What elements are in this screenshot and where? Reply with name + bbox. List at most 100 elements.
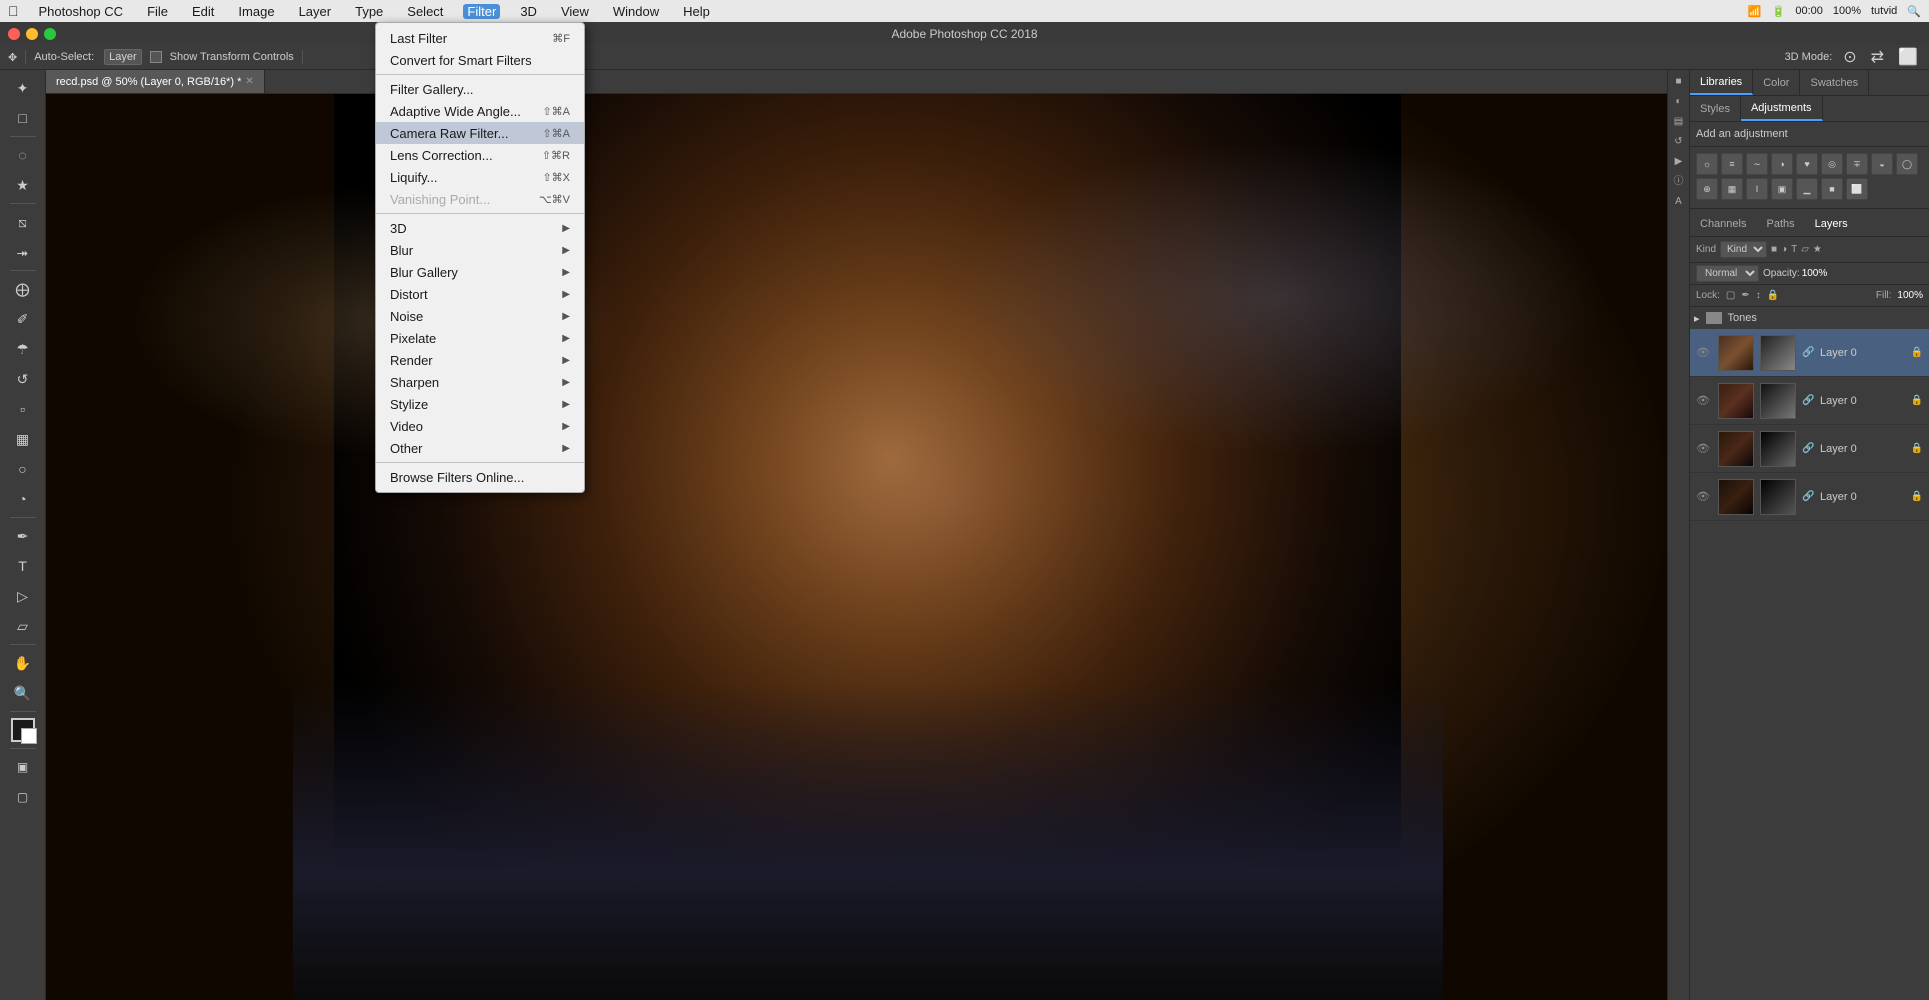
tab-paths[interactable]: Paths [1756,211,1804,236]
crop-tool[interactable]: ⧅ [9,208,37,236]
canvas-image[interactable] [46,94,1689,1000]
menu-edit[interactable]: Edit [188,4,218,19]
tab-close-button[interactable]: ✕ [245,76,253,87]
menu-blur-submenu[interactable]: Blur ▶ [376,239,584,261]
3d-zoom-icon[interactable]: ⬜ [1898,47,1918,67]
quick-mask-mode[interactable]: ▣ [9,753,37,781]
eraser-tool[interactable]: ▫ [9,395,37,423]
channel-mixer-adj[interactable]: ⊕ [1696,178,1718,200]
tab-layers[interactable]: Layers [1805,211,1858,236]
document-tab[interactable]: recd.psd @ 50% (Layer 0, RGB/16*) * ✕ [46,70,265,93]
menu-image[interactable]: Image [234,4,278,19]
menu-filter-gallery[interactable]: Filter Gallery... [376,78,584,100]
panel-toggle-actions[interactable]: ▶ [1671,154,1687,170]
kind-icon-type[interactable]: T [1791,244,1797,255]
zoom-tool[interactable]: 🔍 [9,679,37,707]
history-brush-tool[interactable]: ↺ [9,365,37,393]
menu-adaptive-wide[interactable]: Adaptive Wide Angle... ⇧⌘A [376,100,584,122]
menu-other-submenu[interactable]: Other ▶ [376,437,584,459]
menu-sharpen-submenu[interactable]: Sharpen ▶ [376,371,584,393]
menu-noise-submenu[interactable]: Noise ▶ [376,305,584,327]
3d-orbit-icon[interactable]: ⊙ [1843,47,1856,67]
brightness-contrast-adj[interactable]: ☼ [1696,153,1718,175]
foreground-color[interactable] [11,718,35,742]
selective-color-adj[interactable]: ⬜ [1846,178,1868,200]
apple-logo[interactable]:  [8,3,19,19]
blend-mode-select[interactable]: Normal [1696,265,1759,282]
tab-color[interactable]: Color [1753,70,1800,95]
layer-visibility-2[interactable]: 👁 [1696,442,1712,455]
layer-group-tones[interactable]: ▸ Tones [1690,307,1929,329]
shape-tool[interactable]: ▱ [9,612,37,640]
eyedropper-tool[interactable]: ⯮ [9,238,37,266]
panel-toggle-char[interactable]: A [1671,194,1687,210]
path-selection-tool[interactable]: ▷ [9,582,37,610]
menu-pixelate-submenu[interactable]: Pixelate ▶ [376,327,584,349]
vibrance-adj[interactable]: ♥ [1796,153,1818,175]
posterize-adj[interactable]: ▣ [1771,178,1793,200]
kind-icon-pixel[interactable]: ■ [1771,244,1777,255]
menu-help[interactable]: Help [679,4,714,19]
menu-filter[interactable]: Filter [463,4,500,19]
threshold-adj[interactable]: ▁ [1796,178,1818,200]
transform-checkbox[interactable] [150,51,162,63]
magic-wand-tool[interactable]: ★ [9,171,37,199]
color-balance-adj[interactable]: ∓ [1846,153,1868,175]
kind-icon-adjust[interactable]: ◑ [1781,244,1787,255]
tab-channels[interactable]: Channels [1690,211,1756,236]
dodge-tool[interactable]: ◔ [9,485,37,513]
gradient-map-adj[interactable]: ■ [1821,178,1843,200]
maximize-button[interactable] [44,28,56,40]
menu-view[interactable]: View [557,4,593,19]
menu-layer[interactable]: Layer [295,4,336,19]
photo-filter-adj[interactable]: ◯ [1896,153,1918,175]
menu-browse-filters[interactable]: Browse Filters Online... [376,466,584,488]
panel-toggle-layers[interactable]: ▤ [1671,114,1687,130]
hue-sat-adj[interactable]: ◎ [1821,153,1843,175]
kind-icon-shape[interactable]: ▱ [1801,244,1809,255]
menu-3d[interactable]: 3D [516,4,541,19]
gradient-tool[interactable]: ▦ [9,425,37,453]
lock-all-icon[interactable]: 🔒 [1767,290,1779,301]
layer-row-2[interactable]: 👁 🔗 Layer 0 🔒 [1690,425,1929,473]
menu-distort-submenu[interactable]: Distort ▶ [376,283,584,305]
tab-swatches[interactable]: Swatches [1800,70,1869,95]
panel-toggle-libraries[interactable]: ■ [1671,74,1687,90]
opacity-value[interactable]: 100% [1802,268,1828,279]
healing-brush-tool[interactable]: ⨁ [9,275,37,303]
panel-toggle-history[interactable]: ↺ [1671,134,1687,150]
levels-adj[interactable]: ≡ [1721,153,1743,175]
menu-select[interactable]: Select [403,4,447,19]
invert-adj[interactable]: I [1746,178,1768,200]
menu-file[interactable]: File [143,4,172,19]
panel-toggle-color[interactable]: ◐ [1671,94,1687,110]
lock-position-icon[interactable]: ↕ [1756,290,1761,301]
kind-filter-select[interactable]: Kind [1720,241,1767,258]
menu-camera-raw[interactable]: Camera Raw Filter... ⇧⌘A [376,122,584,144]
tab-libraries[interactable]: Libraries [1690,70,1753,95]
tab-styles[interactable]: Styles [1690,96,1741,121]
lasso-tool[interactable]: ◌ [9,141,37,169]
menu-type[interactable]: Type [351,4,387,19]
black-white-adj[interactable]: ◒ [1871,153,1893,175]
layer-row-1[interactable]: 👁 🔗 Layer 0 🔒 [1690,377,1929,425]
kind-icon-smart[interactable]: ★ [1813,244,1822,255]
menu-video-submenu[interactable]: Video ▶ [376,415,584,437]
layer-row-0[interactable]: 👁 🔗 Layer 0 🔒 [1690,329,1929,377]
color-lookup-adj[interactable]: ▦ [1721,178,1743,200]
menu-render-submenu[interactable]: Render ▶ [376,349,584,371]
layer-type-select[interactable]: Layer [104,49,142,65]
screen-mode[interactable]: ▢ [9,783,37,811]
menu-blur-gallery-submenu[interactable]: Blur Gallery ▶ [376,261,584,283]
menu-stylize-submenu[interactable]: Stylize ▶ [376,393,584,415]
curves-adj[interactable]: ∼ [1746,153,1768,175]
lock-pixels-icon[interactable]: ✒ [1741,290,1749,301]
menu-3d-submenu[interactable]: 3D ▶ [376,217,584,239]
menu-liquify[interactable]: Liquify... ⇧⌘X [376,166,584,188]
marquee-tool[interactable]: □ [9,104,37,132]
exposure-adj[interactable]: ◑ [1771,153,1793,175]
menu-last-filter[interactable]: Last Filter ⌘F [376,27,584,49]
3d-pan-icon[interactable]: ⇄ [1871,47,1884,67]
type-tool[interactable]: T [9,552,37,580]
menu-photoshop[interactable]: Photoshop CC [35,4,128,19]
